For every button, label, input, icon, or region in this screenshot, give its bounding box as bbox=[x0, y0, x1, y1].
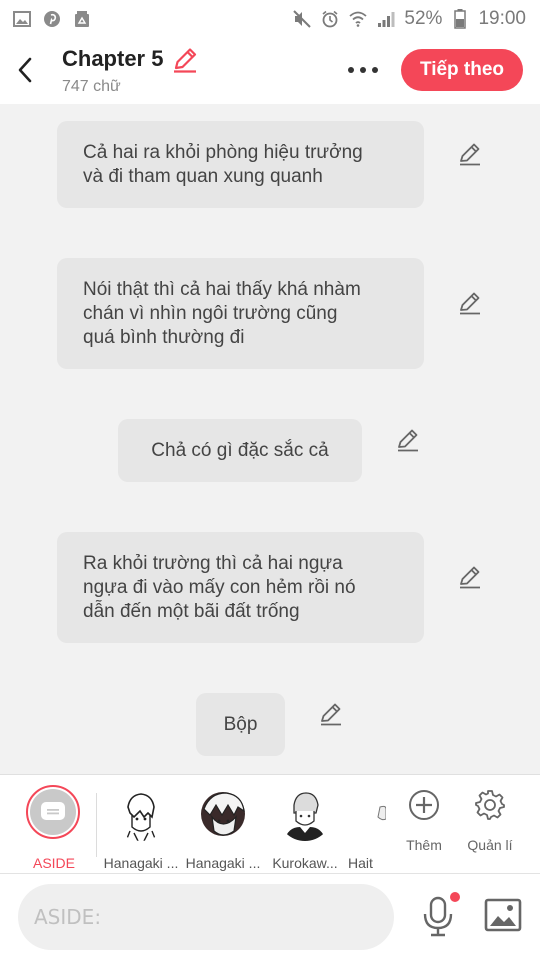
status-bar-left bbox=[12, 9, 92, 29]
edit-message-button[interactable] bbox=[457, 564, 483, 590]
character-name: Hanagaki ... bbox=[103, 855, 179, 871]
header: Chapter 5 747 chữ Tiếp theo bbox=[0, 38, 540, 104]
edit-message-button[interactable] bbox=[395, 427, 421, 453]
pencil-icon bbox=[460, 292, 480, 315]
character-avatar bbox=[366, 787, 386, 841]
message-bubble[interactable]: Ra khỏi trường thì cả hai ngựa ngựa đi v… bbox=[57, 532, 424, 643]
aside-avatar bbox=[26, 785, 80, 839]
more-dot bbox=[360, 67, 366, 73]
battery-percent: 52% bbox=[404, 8, 443, 29]
add-label: Thêm bbox=[406, 837, 442, 853]
character-name: Hanagaki ... bbox=[185, 855, 261, 871]
voice-input-button[interactable] bbox=[420, 892, 460, 938]
message-text: Ra khỏi trường thì cả hai ngựa ngựa đi v… bbox=[83, 553, 356, 622]
pencil-icon bbox=[460, 566, 480, 589]
pinterest-icon bbox=[42, 9, 62, 29]
more-options-button[interactable] bbox=[342, 56, 384, 84]
aside-avatar-inner bbox=[30, 789, 76, 835]
input-bar bbox=[0, 874, 540, 960]
character-bar: ASIDE Hanagaki ... Hanagaki ... Kurokaw.… bbox=[0, 774, 540, 874]
mute-icon bbox=[292, 9, 312, 29]
message-text: Nói thật thì cả hai thấy khá nhàm chán v… bbox=[83, 279, 361, 348]
battery-icon bbox=[450, 9, 470, 29]
more-dot bbox=[348, 67, 354, 73]
back-button[interactable] bbox=[12, 54, 38, 86]
chat-bubble-icon bbox=[41, 802, 65, 820]
chapter-title: Chapter 5 bbox=[62, 46, 164, 71]
status-bar-right: 52% 19:00 bbox=[292, 8, 526, 30]
character-item[interactable]: Hait bbox=[346, 785, 386, 871]
story-content[interactable]: Cả hai ra khỏi phòng hiệu trưởng và đi t… bbox=[0, 104, 540, 774]
character-item[interactable]: Hanagaki ... bbox=[182, 785, 264, 871]
image-icon bbox=[484, 898, 522, 932]
alarm-icon bbox=[320, 9, 340, 29]
status-bar: 52% 19:00 bbox=[0, 0, 540, 38]
edit-message-button[interactable] bbox=[457, 141, 483, 167]
edit-message-button[interactable] bbox=[457, 290, 483, 316]
message-bubble[interactable]: Nói thật thì cả hai thấy khá nhàm chán v… bbox=[57, 258, 424, 369]
divider bbox=[96, 793, 97, 857]
character-avatar bbox=[114, 787, 168, 841]
edit-message-button[interactable] bbox=[318, 701, 344, 727]
character-avatar bbox=[196, 787, 250, 841]
insert-image-button[interactable] bbox=[484, 898, 522, 932]
recycle-icon bbox=[72, 9, 92, 29]
manage-label: Quản lí bbox=[467, 837, 513, 853]
message-bubble[interactable]: Bộp bbox=[196, 693, 285, 756]
add-circle-icon bbox=[409, 790, 439, 820]
wifi-icon bbox=[348, 9, 368, 29]
message-bubble[interactable]: Cả hai ra khỏi phòng hiệu trưởng và đi t… bbox=[57, 121, 424, 208]
message-text: Bộp bbox=[223, 713, 258, 735]
pencil-icon bbox=[321, 703, 341, 726]
chevron-left-icon bbox=[18, 57, 32, 83]
message-input[interactable] bbox=[18, 884, 394, 950]
character-name: Hait bbox=[348, 855, 373, 871]
character-item[interactable]: Kurokaw... bbox=[264, 785, 346, 871]
edit-title-button[interactable] bbox=[171, 46, 199, 74]
character-name: Kurokaw... bbox=[272, 855, 338, 871]
next-chapter-button[interactable]: Tiếp theo bbox=[401, 49, 523, 91]
aside-label: ASIDE bbox=[32, 855, 75, 871]
notification-dot bbox=[450, 892, 460, 902]
message-text: Cả hai ra khỏi phòng hiệu trưởng và đi t… bbox=[83, 142, 363, 187]
pencil-icon bbox=[174, 48, 197, 73]
clock: 19:00 bbox=[478, 8, 526, 29]
gear-icon bbox=[475, 790, 505, 820]
image-icon bbox=[12, 9, 32, 29]
character-item[interactable]: Hanagaki ... bbox=[100, 785, 182, 871]
pencil-icon bbox=[460, 143, 480, 166]
character-avatar bbox=[278, 787, 332, 841]
character-aside[interactable]: ASIDE bbox=[24, 785, 84, 871]
manage-characters-button[interactable]: Quản lí bbox=[458, 789, 522, 859]
message-bubble[interactable]: Chả có gì đặc sắc cả bbox=[118, 419, 362, 482]
signal-icon bbox=[376, 9, 396, 29]
more-dot bbox=[372, 67, 378, 73]
message-text: Chả có gì đặc sắc cả bbox=[151, 439, 329, 461]
word-count: 747 chữ bbox=[62, 78, 121, 95]
pencil-icon bbox=[398, 429, 418, 452]
add-character-button[interactable]: Thêm bbox=[392, 789, 456, 859]
